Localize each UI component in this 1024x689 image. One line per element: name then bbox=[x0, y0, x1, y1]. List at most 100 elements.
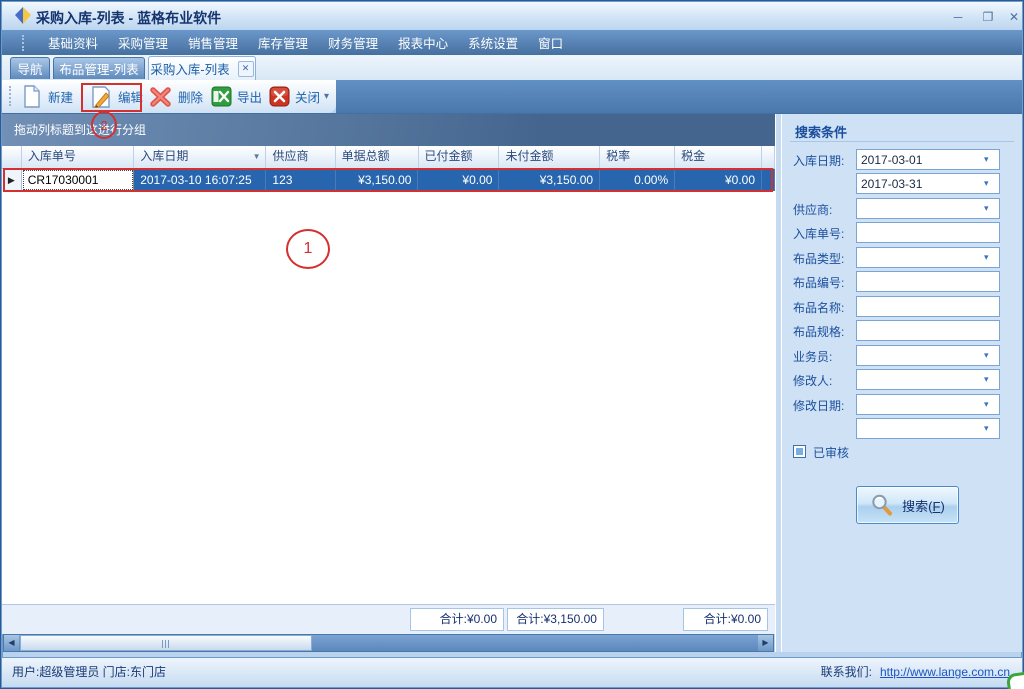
inbound-date-to-combo[interactable] bbox=[856, 173, 1000, 194]
delete-x-icon bbox=[148, 85, 173, 109]
menu-item-sales[interactable]: 销售管理 bbox=[185, 31, 241, 54]
chevron-down-icon[interactable]: ▾ bbox=[984, 154, 989, 165]
modify-date-from-combo[interactable] bbox=[856, 394, 1000, 415]
edit-button[interactable]: 编辑 bbox=[86, 83, 146, 110]
website-link[interactable]: http://www.lange.com.cn bbox=[880, 658, 1010, 687]
supplier-combo[interactable] bbox=[856, 198, 1000, 219]
column-header-unpaid-amount[interactable]: 未付金额 bbox=[499, 146, 600, 169]
export-button[interactable]: 导出 bbox=[208, 83, 265, 110]
group-by-bar[interactable]: 拖动列标题到这进行分组 bbox=[2, 114, 775, 146]
tab-label: 布品管理-列表 bbox=[59, 59, 138, 78]
column-header-inbound-no[interactable]: 入库单号 bbox=[22, 146, 134, 169]
field-fabric-code: 布品编号: bbox=[782, 271, 1022, 292]
menu-item-inventory[interactable]: 库存管理 bbox=[255, 31, 311, 54]
tab-fabric-list[interactable]: 布品管理-列表 bbox=[53, 57, 145, 79]
field-label: 布品规格: bbox=[793, 323, 844, 340]
maximize-button[interactable]: ❐ bbox=[976, 9, 1000, 26]
field-label: 修改人: bbox=[793, 372, 832, 389]
chevron-down-icon[interactable]: ▾ bbox=[984, 374, 989, 385]
salesperson-combo[interactable] bbox=[856, 345, 1000, 366]
horizontal-scrollbar[interactable]: ◀ ▶ bbox=[3, 634, 774, 652]
column-label: 入库单号 bbox=[28, 149, 76, 163]
column-label: 入库日期 bbox=[140, 149, 188, 163]
close-view-button[interactable]: 关闭 bbox=[266, 83, 323, 110]
chevron-down-icon[interactable]: ▾ bbox=[984, 399, 989, 410]
contact-label: 联系我们: bbox=[821, 658, 872, 687]
cell-paid-amount[interactable]: ¥0.00 bbox=[418, 169, 499, 191]
fabric-name-input[interactable] bbox=[856, 296, 1000, 317]
field-label: 修改日期: bbox=[793, 397, 844, 414]
fabric-spec-input[interactable] bbox=[856, 320, 1000, 341]
menu-item-window[interactable]: 窗口 bbox=[535, 31, 566, 54]
modifier-combo[interactable] bbox=[856, 369, 1000, 390]
window-title: 采购入库-列表 - 蓝格布业软件 bbox=[36, 8, 221, 28]
chevron-down-icon[interactable]: ▾ bbox=[984, 178, 989, 189]
column-label: 税金 bbox=[681, 149, 705, 163]
audited-checkbox-mark bbox=[796, 448, 803, 455]
field-label: 入库日期: bbox=[793, 152, 844, 169]
cell-doc-total[interactable]: ¥3,150.00 bbox=[336, 169, 419, 191]
scroll-right-icon[interactable]: ▶ bbox=[758, 635, 773, 651]
tab-close-icon[interactable]: ✕ bbox=[238, 61, 254, 77]
close-dropdown-icon[interactable]: ▾ bbox=[324, 91, 329, 102]
scroll-left-icon[interactable]: ◀ bbox=[4, 635, 19, 651]
status-bar: 用户:超级管理员 门店:东门店 联系我们: http://www.lange.c… bbox=[2, 657, 1022, 687]
cell-tax-rate[interactable]: 0.00% bbox=[600, 169, 675, 191]
column-header-inbound-date[interactable]: 入库日期▼ bbox=[134, 146, 266, 169]
column-header-paid-amount[interactable]: 已付金额 bbox=[419, 146, 500, 169]
menu-item-purchase[interactable]: 采购管理 bbox=[115, 31, 171, 54]
column-header-tax-rate[interactable]: 税率 bbox=[600, 146, 675, 169]
menu-item-system-settings[interactable]: 系统设置 bbox=[465, 31, 521, 54]
cell-unpaid-amount[interactable]: ¥3,150.00 bbox=[499, 169, 600, 191]
fabric-type-combo[interactable] bbox=[856, 247, 1000, 268]
menu-item-finance[interactable]: 财务管理 bbox=[325, 31, 381, 54]
close-view-button-label: 关闭 bbox=[295, 87, 320, 106]
close-button[interactable]: ✕ bbox=[1002, 9, 1024, 26]
search-button[interactable]: 搜索(F) bbox=[856, 486, 959, 524]
column-label: 已付金额 bbox=[425, 149, 473, 163]
cell-supplier[interactable]: 123 bbox=[266, 169, 335, 191]
column-header-supplier[interactable]: 供应商 bbox=[266, 146, 335, 169]
cell-tax[interactable]: ¥0.00 bbox=[675, 169, 762, 191]
column-label: 供应商 bbox=[272, 149, 308, 163]
export-excel-icon bbox=[211, 86, 232, 107]
column-header-tax[interactable]: 税金 bbox=[675, 146, 762, 169]
audited-checkbox[interactable] bbox=[793, 445, 806, 458]
table-row[interactable]: ▶ CR17030001 2017-03-10 16:07:25 123 ¥3,… bbox=[2, 169, 775, 191]
delete-button[interactable]: 删除 bbox=[145, 83, 206, 110]
inbound-date-from-combo[interactable] bbox=[856, 149, 1000, 170]
scrollbar-thumb[interactable] bbox=[20, 635, 312, 651]
total-tax: 合计:¥0.00 bbox=[683, 608, 768, 631]
title-bar: 采购入库-列表 - 蓝格布业软件 ─ ❐ ✕ bbox=[2, 2, 1022, 30]
minimize-button[interactable]: ─ bbox=[946, 9, 970, 26]
chevron-down-icon[interactable]: ▾ bbox=[984, 350, 989, 361]
tab-navigation[interactable]: 导航 bbox=[10, 57, 50, 79]
search-icon bbox=[870, 493, 894, 517]
new-button[interactable]: 新建 bbox=[18, 83, 76, 110]
field-modify-date-from: 修改日期: ▾ bbox=[782, 394, 1022, 415]
row-filler-cell bbox=[762, 169, 775, 191]
chevron-down-icon[interactable]: ▾ bbox=[984, 423, 989, 434]
total-unpaid-amount: 合计:¥3,150.00 bbox=[507, 608, 604, 631]
tab-purchase-inbound-list[interactable]: 采购入库-列表 ✕ bbox=[148, 56, 256, 80]
row-indicator-icon: ▶ bbox=[2, 169, 22, 191]
scrollbar-grip bbox=[162, 640, 170, 648]
column-header-doc-total[interactable]: 单据总额 bbox=[336, 146, 419, 169]
cell-inbound-date[interactable]: 2017-03-10 16:07:25 bbox=[134, 169, 266, 191]
header-indicator-cell bbox=[2, 146, 22, 169]
field-modifier: 修改人: ▾ bbox=[782, 369, 1022, 390]
panel-splitter[interactable] bbox=[775, 114, 782, 652]
inbound-no-input[interactable] bbox=[856, 222, 1000, 243]
field-inbound-date-to: ▾ bbox=[782, 173, 1022, 194]
chevron-down-icon[interactable]: ▾ bbox=[984, 252, 989, 263]
menu-item-reports[interactable]: 报表中心 bbox=[395, 31, 451, 54]
modify-date-to-combo[interactable] bbox=[856, 418, 1000, 439]
column-label: 税率 bbox=[606, 149, 630, 163]
delete-button-label: 删除 bbox=[178, 87, 203, 106]
fabric-code-input[interactable] bbox=[856, 271, 1000, 292]
totals-strip: 合计:¥0.00 合计:¥3,150.00 合计:¥0.00 bbox=[2, 604, 775, 634]
menu-item-base-data[interactable]: 基础资料 bbox=[45, 31, 101, 54]
menubar-grip bbox=[22, 35, 27, 51]
cell-inbound-no[interactable]: CR17030001 bbox=[22, 169, 134, 191]
chevron-down-icon[interactable]: ▾ bbox=[984, 203, 989, 214]
